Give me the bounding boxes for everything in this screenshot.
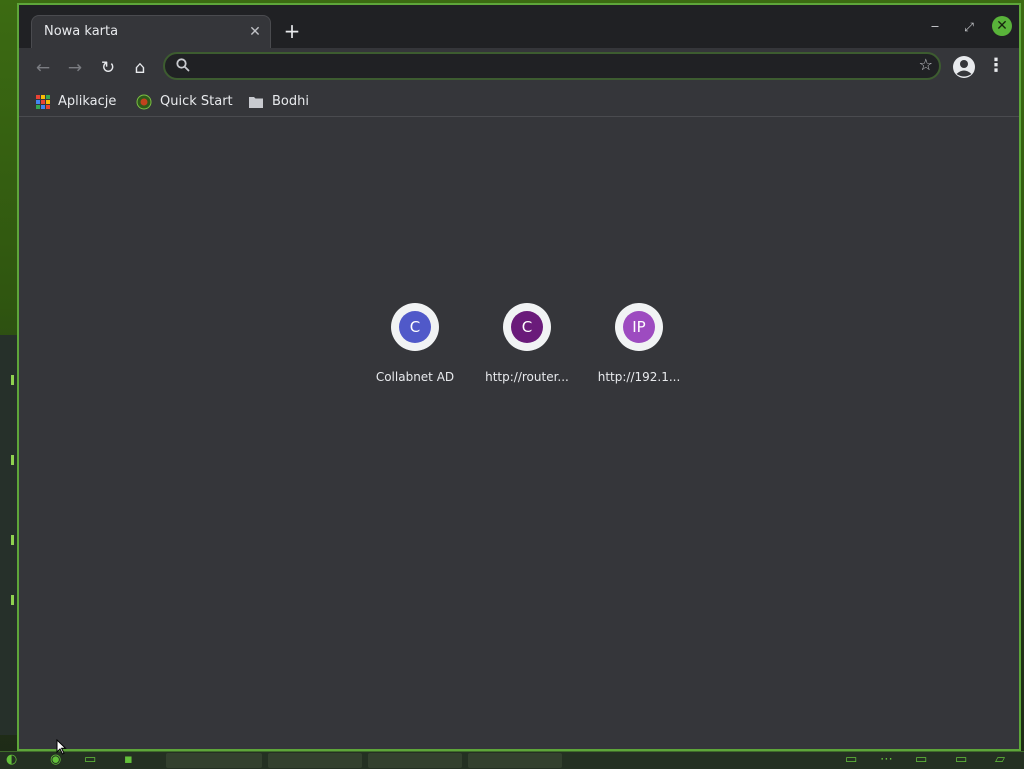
tray-message-icon[interactable]: ▭	[955, 752, 967, 767]
bookmark-star-icon[interactable]: ☆	[919, 55, 933, 74]
browser-window: Nowa karta ✕ + ‒ ⤢ ✕ ← → ↻ ⌂ ☆ ⋮ Aplikac…	[17, 3, 1021, 751]
bookmark-folder-bodhi[interactable]: Bodhi	[248, 92, 309, 112]
tray-window-icon[interactable]: ▭	[845, 752, 857, 767]
navigation-toolbar: ← → ↻ ⌂ ☆ ⋮	[19, 48, 1019, 88]
shortcut-icon-background: C	[503, 303, 551, 351]
folder-icon	[249, 96, 263, 108]
mouse-cursor-icon	[56, 739, 67, 755]
shortcut-tile[interactable]: IP http://192.1...	[589, 303, 689, 398]
browser-menu-button[interactable]: ⋮	[987, 55, 1005, 79]
quick-start-icon	[136, 94, 152, 109]
shortcut-label: Collabnet AD	[375, 370, 455, 384]
close-window-button[interactable]: ✕	[992, 16, 1012, 36]
profile-avatar-icon[interactable]	[952, 55, 976, 79]
taskbar-window-item[interactable]	[268, 753, 362, 768]
tab-new-tab[interactable]: Nowa karta ✕	[31, 15, 271, 50]
new-tab-page: C Collabnet AD C http://router... IP htt…	[19, 117, 1019, 749]
home-button[interactable]: ⌂	[128, 56, 152, 80]
panel-indicator	[11, 455, 14, 465]
panel-indicator	[11, 375, 14, 385]
bookmark-label: Aplikacje	[58, 94, 117, 109]
taskbar-window-item[interactable]	[166, 753, 262, 768]
panel-indicator	[11, 595, 14, 605]
shortcut-letter-icon: C	[511, 311, 543, 343]
new-tab-button[interactable]: +	[281, 20, 303, 42]
bookmark-quick-start[interactable]: Quick Start	[136, 92, 233, 112]
taskbar-window-item[interactable]	[468, 753, 562, 768]
shortcut-tile[interactable]: C Collabnet AD	[365, 303, 465, 398]
shortcut-label: http://192.1...	[597, 370, 681, 384]
shortcut-letter-icon: C	[399, 311, 431, 343]
bookmark-label: Bodhi	[272, 94, 309, 109]
title-bar: Nowa karta ✕ + ‒ ⤢ ✕	[19, 5, 1019, 50]
desktop-taskbar: ◐ ◉ ▭ ▪ ▭ ⋯ ▭ ▭ ▱	[0, 751, 1024, 769]
shortcut-label: http://router...	[485, 370, 569, 384]
back-button[interactable]: ←	[31, 56, 55, 80]
shortcut-tile[interactable]: C http://router...	[477, 303, 577, 398]
minimize-button[interactable]: ‒	[925, 17, 945, 37]
reload-button[interactable]: ↻	[96, 56, 120, 80]
bookmark-label: Quick Start	[160, 94, 233, 109]
apps-grid-icon	[36, 94, 50, 109]
window-icon[interactable]: ▭	[84, 752, 96, 767]
search-icon	[176, 58, 190, 72]
tray-chat-icon[interactable]: ▭	[915, 752, 927, 767]
tab-title: Nowa karta	[44, 24, 119, 39]
maximize-button[interactable]: ⤢	[959, 17, 979, 37]
desktop-side-panel	[0, 335, 18, 735]
app-icon[interactable]: ▪	[124, 752, 133, 767]
start-menu-icon[interactable]: ◐	[6, 752, 17, 767]
tray-notification-icon[interactable]: ▱	[995, 752, 1005, 767]
shortcut-letter-icon: IP	[623, 311, 655, 343]
bookmarks-bar: Aplikacje Quick Start Bodhi	[19, 88, 1019, 117]
tray-network-icon[interactable]: ⋯	[880, 752, 893, 767]
address-input[interactable]	[199, 56, 903, 78]
shortcut-icon-background: C	[391, 303, 439, 351]
address-bar[interactable]: ☆	[163, 52, 941, 80]
taskbar-window-item[interactable]	[368, 753, 462, 768]
shortcut-icon-background: IP	[615, 303, 663, 351]
tab-close-icon[interactable]: ✕	[246, 23, 264, 41]
bookmark-apps[interactable]: Aplikacje	[36, 92, 116, 112]
panel-indicator	[11, 535, 14, 545]
forward-button[interactable]: →	[63, 56, 87, 80]
